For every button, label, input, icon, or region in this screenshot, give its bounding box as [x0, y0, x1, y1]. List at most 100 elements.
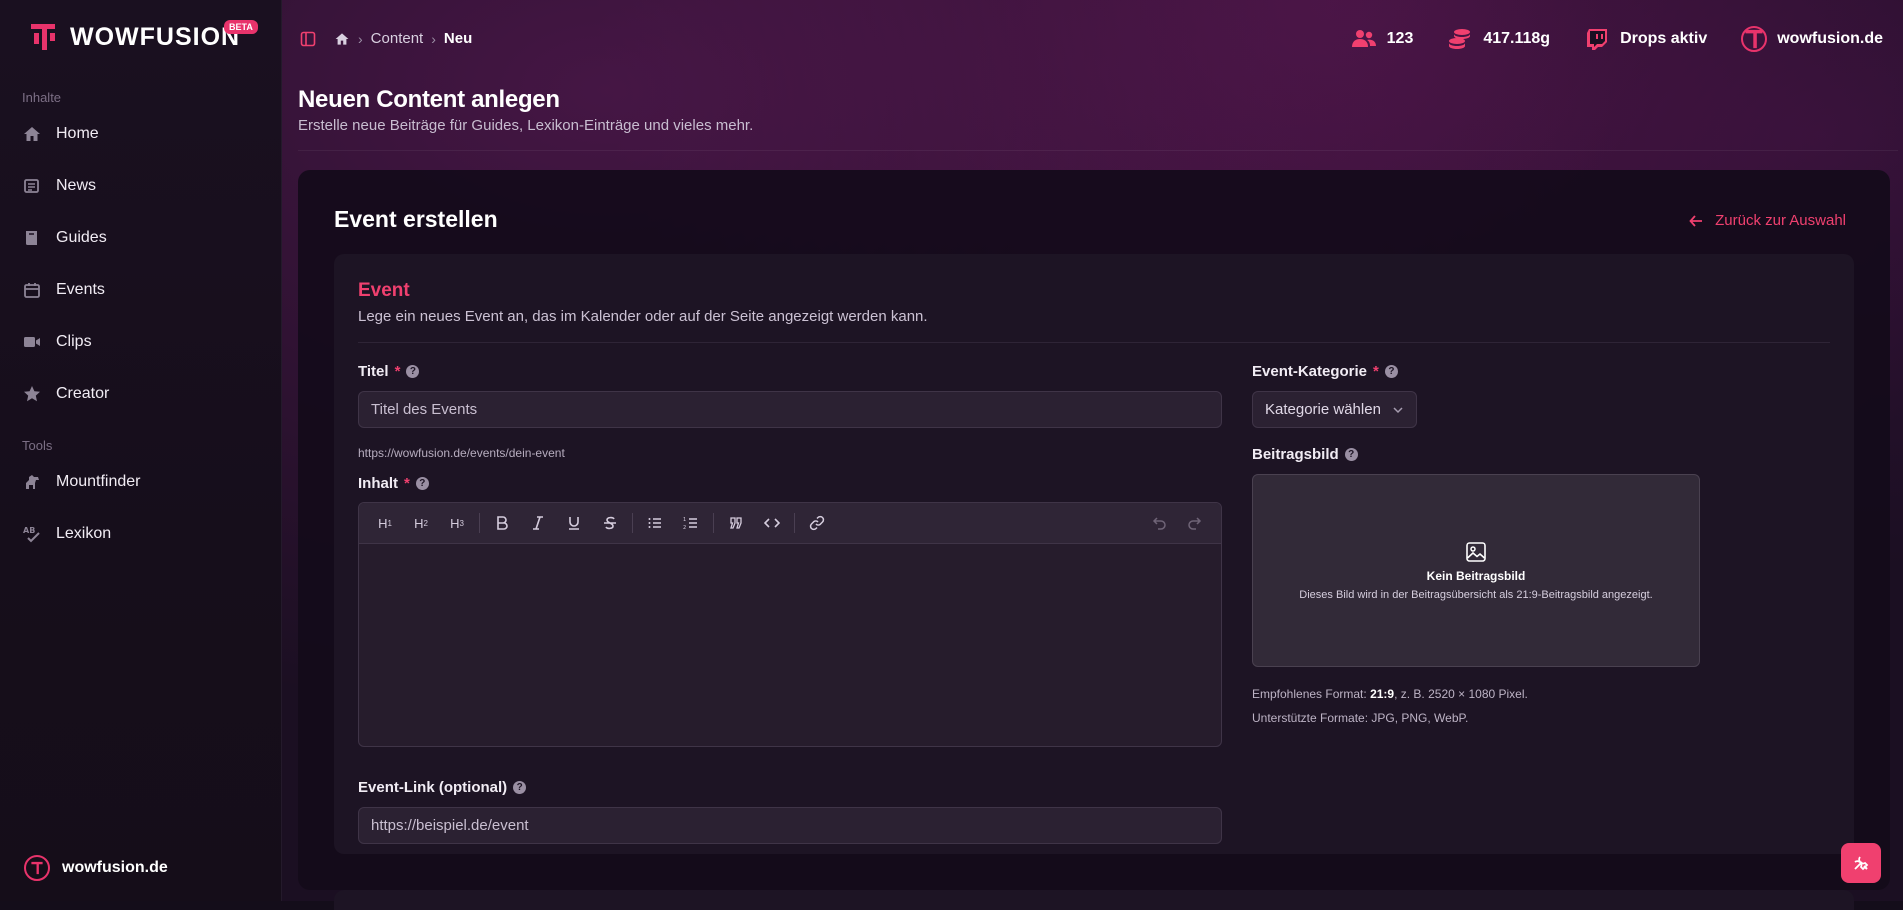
italic-icon: [533, 516, 543, 530]
nav-section-inhalte: Inhalte: [22, 90, 62, 105]
sidebar-item-events[interactable]: Events: [22, 270, 262, 310]
bold-icon: [497, 516, 508, 530]
sidebar-item-news[interactable]: News: [22, 166, 262, 206]
heading-2-button[interactable]: H2: [403, 509, 439, 537]
next-card: [334, 890, 1854, 910]
help-icon[interactable]: ?: [1384, 365, 1398, 378]
ordered-list-button[interactable]: 12: [673, 509, 709, 537]
rich-text-editor: H1 H2 H3 12: [358, 502, 1222, 747]
dropzone-title: Kein Beitragsbild: [1426, 568, 1526, 583]
sidebar-item-home[interactable]: Home: [22, 114, 262, 154]
sidebar-item-label: Lexikon: [56, 525, 112, 542]
tools-icon: [1854, 856, 1869, 871]
beta-badge: BETA: [224, 20, 258, 34]
svg-text:AB: AB: [23, 526, 35, 535]
heading-1-button[interactable]: H1: [367, 509, 403, 537]
toolbar-separator: [713, 513, 714, 533]
panel-title: Event erstellen: [334, 206, 498, 232]
breadcrumb-content[interactable]: Content: [371, 30, 424, 47]
link-button[interactable]: [799, 509, 835, 537]
sidebar-toggle-icon[interactable]: [300, 31, 316, 47]
category-select[interactable]: Kategorie wählen: [1252, 391, 1417, 428]
category-field-label: Event-Kategorie * ?: [1252, 363, 1398, 380]
ordered-list-icon: 12: [683, 517, 697, 531]
home-icon: [24, 127, 40, 141]
main-content: › Content › Neu 123 417.118g Drops aktiv…: [282, 0, 1903, 910]
title-field-label: Titel * ?: [358, 363, 420, 380]
bold-button[interactable]: [484, 509, 520, 537]
brand-name: WOWFUSION: [70, 22, 241, 51]
sidebar-item-creator[interactable]: Creator: [22, 374, 262, 414]
label-text: Beitragsbild: [1252, 446, 1339, 463]
bullet-list-button[interactable]: [637, 509, 673, 537]
editor-content-area[interactable]: [359, 544, 1221, 746]
sidebar-item-clips[interactable]: Clips: [22, 322, 262, 362]
sidebar-item-label: Home: [56, 125, 99, 142]
stat-users-value: 123: [1386, 30, 1414, 47]
site-link[interactable]: wowfusion.de: [1741, 26, 1883, 52]
sidebar-item-guides[interactable]: Guides: [22, 218, 262, 258]
stat-gold-value: 417.118g: [1483, 30, 1551, 47]
stat-users[interactable]: 123: [1351, 27, 1414, 51]
sidebar-item-mountfinder[interactable]: Mountfinder: [22, 462, 262, 502]
redo-button[interactable]: [1177, 509, 1213, 537]
code-button[interactable]: [754, 509, 790, 537]
required-marker: *: [394, 363, 401, 380]
hint-ratio: 21:9: [1370, 687, 1395, 701]
sidebar: WOWFUSION BETA Inhalte Home News Guides …: [0, 0, 282, 901]
required-marker: *: [404, 475, 410, 492]
title-input[interactable]: [358, 391, 1222, 428]
arrow-left-icon: [1689, 214, 1703, 227]
chevron-right-icon: ›: [358, 30, 363, 47]
label-text: Inhalt: [358, 475, 398, 492]
svg-text:1: 1: [683, 517, 686, 523]
strikethrough-button[interactable]: [592, 509, 628, 537]
nav-section-tools: Tools: [22, 438, 53, 453]
sidebar-item-label: Guides: [56, 229, 107, 246]
italic-button[interactable]: [520, 509, 556, 537]
sidebar-item-label: News: [56, 177, 97, 194]
quote-icon: [730, 517, 742, 529]
underline-button[interactable]: [556, 509, 592, 537]
back-to-selection-link[interactable]: Zurück zur Auswahl: [1689, 212, 1846, 229]
newspaper-icon: [24, 179, 39, 193]
sidebar-item-label: Creator: [56, 385, 110, 402]
help-icon[interactable]: ?: [1344, 448, 1358, 461]
form-description: Lege ein neues Event an, das im Kalender…: [358, 308, 928, 325]
help-icon[interactable]: ?: [513, 781, 527, 794]
abc-check-icon: AB: [23, 526, 40, 543]
undo-button[interactable]: [1141, 509, 1177, 537]
event-link-input[interactable]: [358, 807, 1222, 844]
label-text: Event-Kategorie: [1252, 363, 1368, 380]
header-stats: 123 417.118g Drops aktiv wowfusion.de: [1351, 26, 1883, 52]
blockquote-button[interactable]: [718, 509, 754, 537]
sidebar-footer-link[interactable]: wowfusion.de: [24, 855, 168, 881]
label-text: Titel: [358, 363, 389, 380]
image-icon: [1466, 541, 1486, 562]
breadcrumb-current: Neu: [443, 30, 473, 47]
label-text: Event-Link (optional): [358, 779, 508, 796]
help-icon[interactable]: ?: [406, 365, 420, 378]
stat-gold[interactable]: 417.118g: [1447, 27, 1550, 51]
hint-suffix: , z. B. 2520 × 1080 Pixel.: [1394, 687, 1528, 701]
header-divider: [298, 150, 1898, 151]
image-dropzone[interactable]: Kein Beitragsbild Dieses Bild wird in de…: [1252, 474, 1700, 667]
stat-drops-label: Drops aktiv: [1620, 30, 1708, 47]
help-icon[interactable]: ?: [415, 477, 429, 490]
sidebar-item-lexikon[interactable]: AB Lexikon: [22, 514, 262, 554]
code-icon: [764, 518, 780, 528]
brand-logo[interactable]: WOWFUSION BETA: [28, 20, 258, 54]
stat-drops[interactable]: Drops aktiv: [1584, 27, 1707, 51]
strikethrough-icon: [604, 516, 616, 530]
tools-fab-button[interactable]: [1841, 843, 1881, 883]
heading-3-button[interactable]: H3: [439, 509, 475, 537]
form-title: Event: [358, 280, 410, 301]
back-link-label: Zurück zur Auswahl: [1715, 212, 1846, 229]
toolbar-separator: [632, 513, 633, 533]
content-field-label: Inhalt * ?: [358, 475, 429, 492]
slug-preview: https://wowfusion.de/events/dein-event: [358, 446, 565, 460]
site-logo-icon: [1741, 26, 1768, 52]
svg-text:2: 2: [683, 525, 686, 531]
editor-toolbar: H1 H2 H3 12: [359, 503, 1221, 544]
home-icon[interactable]: [334, 31, 350, 47]
